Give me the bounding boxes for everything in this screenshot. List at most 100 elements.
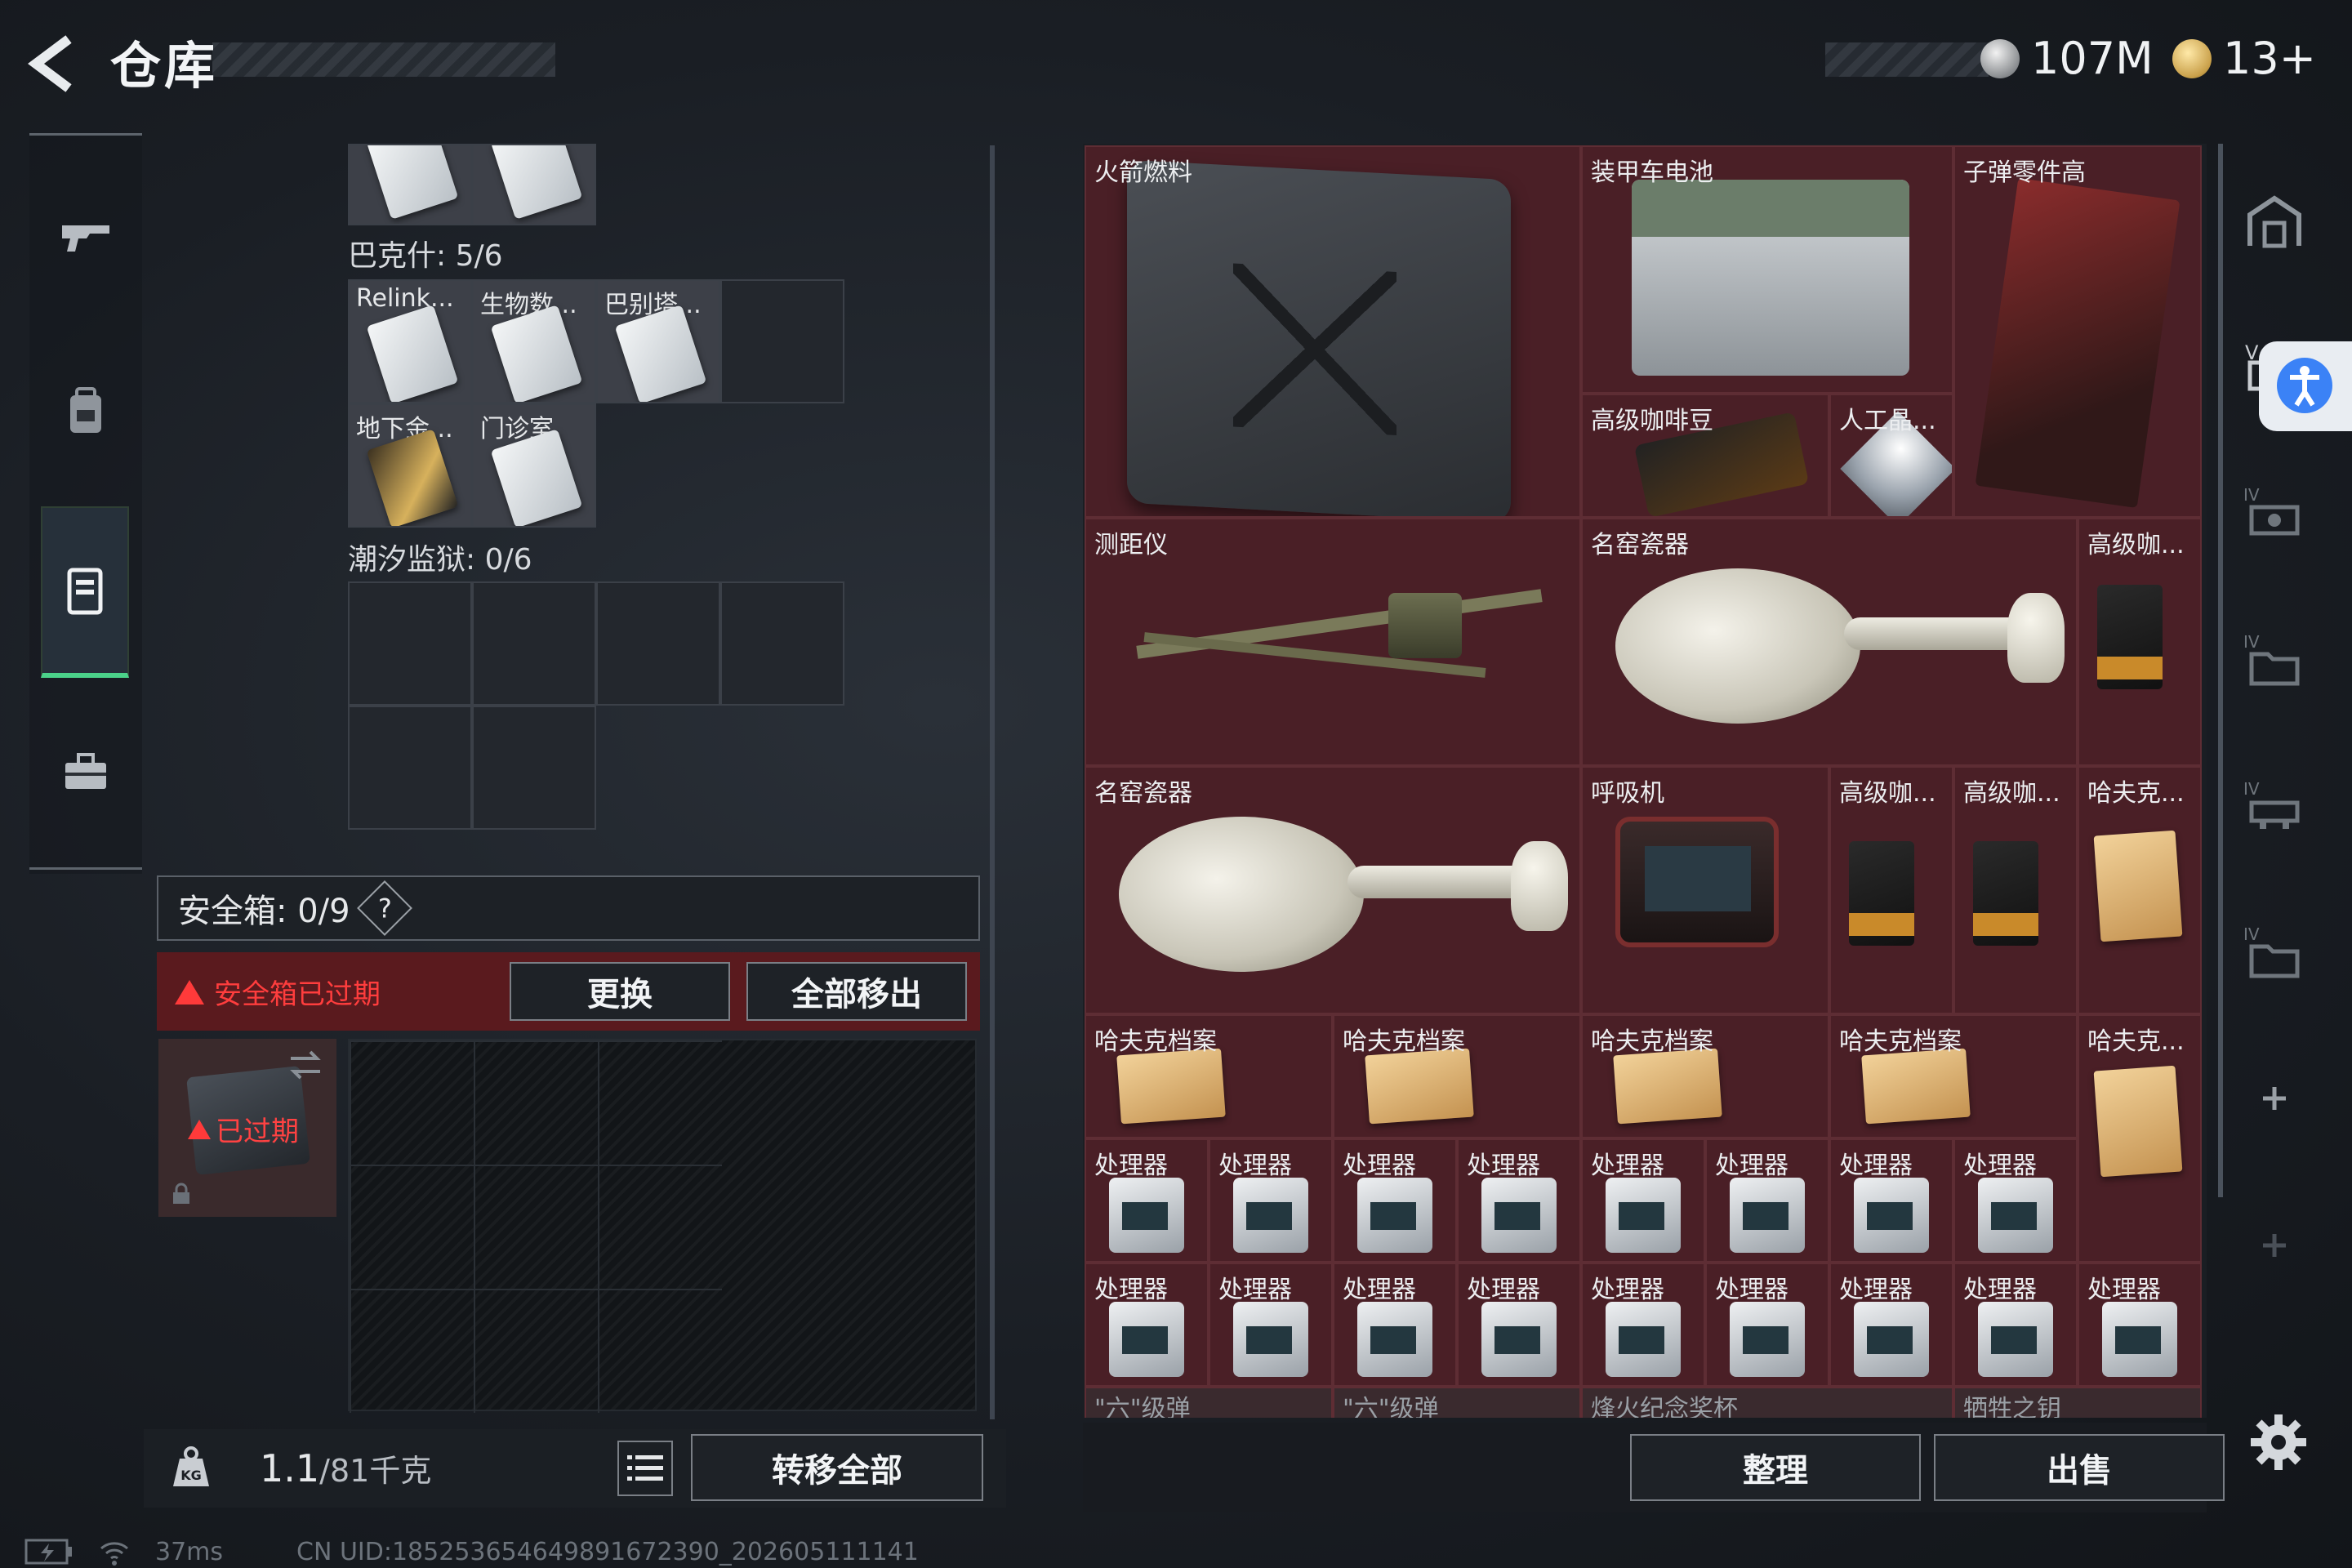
item-slot[interactable] xyxy=(472,144,596,225)
warehouse-item-processor[interactable]: 处理器 xyxy=(1457,1263,1581,1387)
safe-box-expired-warning: 安全箱已过期 xyxy=(175,972,381,1012)
sidebar-warehouse-tab[interactable] xyxy=(2238,185,2311,258)
coffee-bag-icon xyxy=(1849,841,1914,946)
warehouse-item-processor[interactable]: 处理器 xyxy=(1085,1263,1209,1387)
swap-icon[interactable] xyxy=(287,1049,323,1081)
nav-storage[interactable] xyxy=(41,506,129,678)
warehouse-item-processor[interactable]: 处理器 xyxy=(1333,1138,1457,1263)
warehouse-item-haavk-file[interactable]: 哈夫克档案 xyxy=(1085,1014,1333,1138)
ping-value: 37ms xyxy=(155,1537,224,1566)
item-label: 处理器 xyxy=(1094,1276,1168,1304)
warehouse-item-processor[interactable]: 处理器 xyxy=(1209,1138,1333,1263)
sidebar-tier4-tab-2[interactable]: IV xyxy=(2238,622,2311,696)
title-stripe-decoration xyxy=(212,42,555,77)
empty-slot[interactable] xyxy=(596,581,720,706)
sell-button[interactable]: 出售 xyxy=(1934,1434,2225,1501)
warehouse-item-processor[interactable]: 处理器 xyxy=(1705,1138,1829,1263)
item-label: 名窑瓷器 xyxy=(1094,779,1192,808)
vase-neck xyxy=(1844,617,2032,650)
warehouse-item-processor[interactable]: 处理器 xyxy=(1829,1138,1953,1263)
warehouse-item-haavk-file[interactable]: 哈夫克档案 xyxy=(1829,1014,2078,1138)
warehouse-item-processor[interactable]: 处理器 xyxy=(1953,1263,2078,1387)
empty-slot[interactable] xyxy=(720,581,844,706)
back-arrow-icon[interactable] xyxy=(23,31,88,96)
item-slot-underground[interactable]: 地下金... xyxy=(348,403,472,528)
warehouse-item-coffee[interactable]: 高级咖... xyxy=(1953,766,2078,1014)
warehouse-item-trophy[interactable]: 烽火纪念奖杯 xyxy=(1581,1387,1953,1418)
warehouse-item-processor[interactable]: 处理器 xyxy=(1829,1263,1953,1387)
warehouse-item-haavk-file[interactable]: 哈夫克... xyxy=(2078,1014,2202,1263)
warehouse-item-rangefinder[interactable]: 测距仪 xyxy=(1085,518,1581,766)
item-slot-clinic[interactable]: 门诊室 xyxy=(472,403,596,528)
safe-box-grid xyxy=(348,1039,977,1413)
nav-weapons[interactable] xyxy=(41,173,131,296)
warehouse-item-processor[interactable]: 处理器 xyxy=(1085,1138,1209,1263)
accessibility-button[interactable] xyxy=(2259,341,2352,431)
nav-toolbox[interactable] xyxy=(41,710,131,833)
list-view-button[interactable] xyxy=(617,1441,673,1496)
add-storage-button[interactable] xyxy=(2238,1062,2311,1135)
warehouse-item-processor[interactable]: 处理器 xyxy=(1333,1263,1457,1387)
empty-slot[interactable] xyxy=(348,581,472,706)
warehouse-item-bullet-parts[interactable]: 子弹零件高 xyxy=(1953,145,2202,518)
warehouse-item-haavk-file[interactable]: 哈夫克档案 xyxy=(1333,1014,1581,1138)
transfer-all-button[interactable]: 转移全部 xyxy=(691,1434,983,1501)
warehouse-item-respirator[interactable]: 呼吸机 xyxy=(1581,766,1829,1014)
item-label: 处理器 xyxy=(1839,1152,1913,1180)
sidebar-tier4-tab-1[interactable]: IV xyxy=(2238,475,2311,549)
warehouse-item-haavk-file[interactable]: 哈夫克档案 xyxy=(1581,1014,1829,1138)
item-slot-relink[interactable]: Relink... xyxy=(348,279,472,403)
currency-primary[interactable]: 107M xyxy=(1980,33,2154,84)
empty-slot[interactable] xyxy=(348,706,472,830)
warehouse-scrollbar[interactable] xyxy=(2218,144,2223,1197)
warehouse-item-crystal[interactable]: 人工晶... xyxy=(1829,394,1953,518)
sidebar-tier4-tab-3[interactable]: IV xyxy=(2238,769,2311,843)
item-label: 火箭燃料 xyxy=(1094,158,1192,187)
item-label: 高级咖... xyxy=(1839,779,1936,808)
empty-slot[interactable] xyxy=(472,706,596,830)
item-label: 哈夫克档案 xyxy=(1839,1027,1962,1056)
warehouse-item-coffee[interactable]: 高级咖... xyxy=(1829,766,1953,1014)
item-slot[interactable] xyxy=(348,144,472,225)
tide-prison-label: 潮汐监狱: 0/6 xyxy=(348,543,532,577)
empty-slot[interactable] xyxy=(472,581,596,706)
warehouse-item-armored-battery[interactable]: 装甲车电池 xyxy=(1581,145,1953,394)
item-slot-bio[interactable]: 生物数... xyxy=(472,279,596,403)
tier-iv-storage-icon: IV xyxy=(2243,632,2300,686)
processor-icon xyxy=(1233,1178,1308,1253)
bakesh-grid: Relink... 生物数... 巴别塔... 地下金... 门诊室 xyxy=(348,279,844,528)
warehouse-item-ammo[interactable]: "六"级弹 xyxy=(1333,1387,1581,1418)
battery-charging-icon xyxy=(24,1539,72,1565)
gold-coin-icon xyxy=(2172,38,2212,78)
warehouse-item-processor[interactable]: 处理器 xyxy=(1457,1138,1581,1263)
warehouse-item-rocket-fuel[interactable]: 火箭燃料 xyxy=(1085,145,1581,518)
nav-backpack[interactable] xyxy=(41,350,131,472)
gear-icon[interactable] xyxy=(2246,1410,2311,1475)
warehouse-item-processor[interactable]: 处理器 xyxy=(2078,1263,2202,1387)
sidebar-tier4-tab-4[interactable]: IV xyxy=(2238,915,2311,988)
warehouse-item-coffee[interactable]: 高级咖... xyxy=(2078,518,2202,766)
warehouse-item-coffee-beans[interactable]: 高级咖啡豆 xyxy=(1581,394,1829,518)
item-slot-babel[interactable]: 巴别塔... xyxy=(596,279,720,403)
backpack-icon xyxy=(70,387,101,433)
warehouse-item-key[interactable]: 牺牲之钥 xyxy=(1953,1387,2202,1418)
warehouse-item-haavk-file[interactable]: 哈夫克... xyxy=(2078,766,2202,1014)
warehouse-item-processor[interactable]: 处理器 xyxy=(1209,1263,1333,1387)
warehouse-item-processor[interactable]: 处理器 xyxy=(1581,1263,1705,1387)
left-scrollbar[interactable] xyxy=(990,145,995,1419)
warehouse-item-processor[interactable]: 处理器 xyxy=(1953,1138,2078,1263)
processor-icon xyxy=(1357,1302,1432,1377)
warehouse-item-porcelain[interactable]: 名窑瓷器 xyxy=(1085,766,1581,1014)
currency-primary-value: 107M xyxy=(2031,33,2154,84)
remove-all-button[interactable]: 全部移出 xyxy=(746,962,967,1021)
item-label: 处理器 xyxy=(1715,1152,1788,1180)
empty-slot[interactable] xyxy=(720,279,844,403)
warehouse-item-processor[interactable]: 处理器 xyxy=(1581,1138,1705,1263)
organize-button[interactable]: 整理 xyxy=(1630,1434,1921,1501)
help-icon[interactable]: ? xyxy=(356,880,412,936)
warehouse-item-porcelain[interactable]: 名窑瓷器 xyxy=(1581,518,2078,766)
currency-secondary[interactable]: 13+ xyxy=(2172,33,2316,84)
replace-button[interactable]: 更换 xyxy=(510,962,730,1021)
warehouse-item-processor[interactable]: 处理器 xyxy=(1705,1263,1829,1387)
warehouse-item-ammo[interactable]: "六"级弹 xyxy=(1085,1387,1333,1418)
